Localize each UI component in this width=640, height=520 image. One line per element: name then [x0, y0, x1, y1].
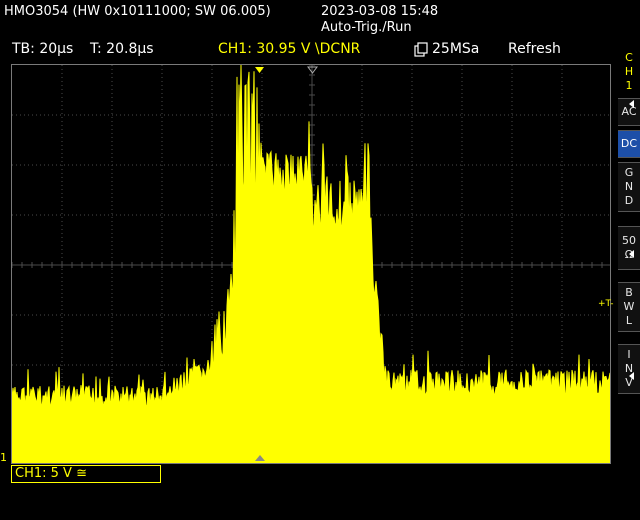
acquisition-mode[interactable]: Refresh: [508, 42, 561, 57]
side-menu: C H 1 AC DC G N D 50 Ω B W L I N V: [618, 50, 640, 470]
ground-button[interactable]: G N D: [618, 162, 640, 212]
side-channel-label: C H 1: [618, 50, 640, 94]
trigger-time[interactable]: T: 20.8µs: [90, 42, 154, 57]
invert-button[interactable]: I N V: [618, 344, 640, 394]
sample-rate[interactable]: 25MSa: [432, 42, 479, 57]
trigger-position-marker: [255, 67, 264, 73]
channel-letter: H: [624, 65, 634, 78]
termination-50ohm-button[interactable]: 50 Ω: [618, 226, 640, 270]
ch1-trigger-level[interactable]: CH1: 30.95 V \DCNR: [218, 42, 360, 57]
waveform-display[interactable]: [11, 64, 611, 464]
coupling-dc-button[interactable]: DC: [618, 130, 640, 158]
channel-letter: C: [625, 51, 633, 64]
trigger-run-mode: Auto-Trig./Run: [321, 20, 412, 35]
ch1-ground-marker[interactable]: 1: [0, 450, 7, 465]
acquisition-icon: [414, 42, 428, 57]
bandwidth-limit-button[interactable]: B W L: [618, 282, 640, 332]
ch1-scale-box[interactable]: CH1: 5 V ≅: [11, 465, 161, 483]
instrument-model: HMO3054 (HW 0x10111000; SW 06.005): [4, 4, 271, 19]
menu-arrow-icon: [629, 372, 634, 380]
timebase[interactable]: TB: 20µs: [12, 42, 73, 57]
datetime: 2023-03-08 15:48: [321, 4, 439, 19]
waveform-trace: [12, 65, 610, 463]
menu-arrow-icon: [629, 100, 634, 108]
trigger-level-marker[interactable]: +T-: [598, 297, 613, 312]
menu-arrow-icon: [629, 250, 634, 258]
channel-letter: 1: [625, 79, 633, 92]
